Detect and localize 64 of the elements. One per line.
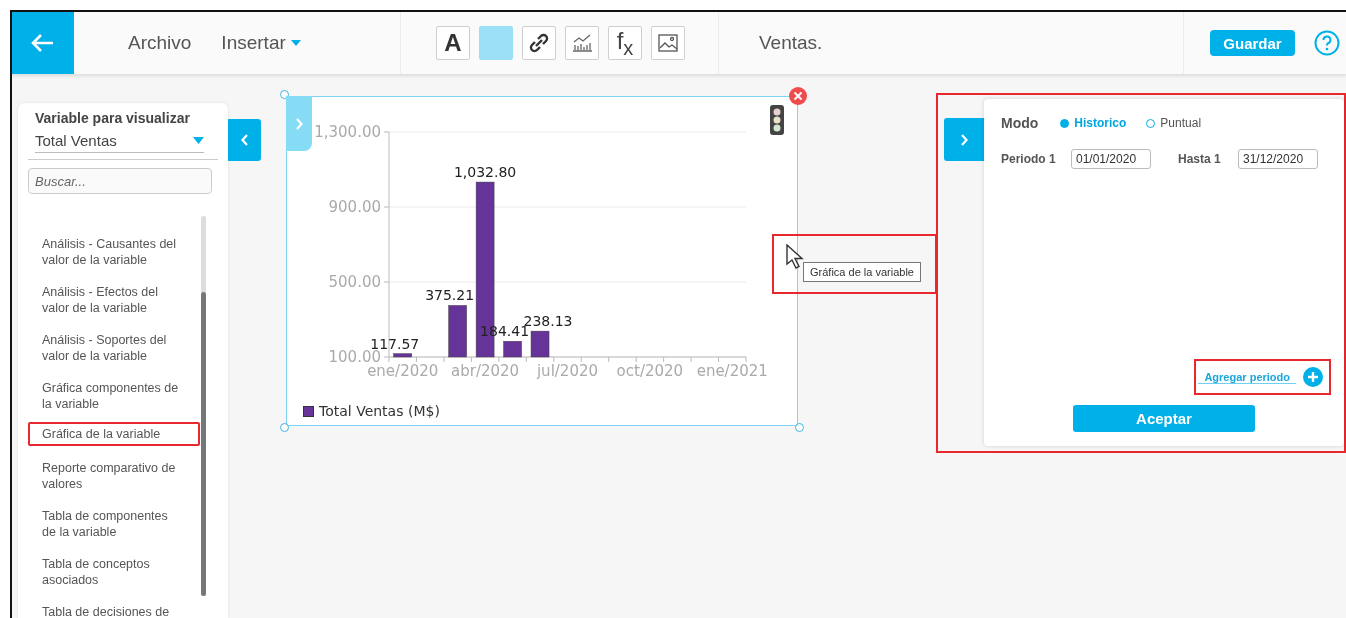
sidebar-item[interactable]: Tabla de decisiones de	[28, 602, 200, 618]
y-axis-label: 900.00	[328, 198, 381, 216]
link-tool-button[interactable]	[522, 26, 556, 60]
legend-label: Total Ventas (M$)	[319, 403, 440, 419]
help-icon[interactable]	[1314, 30, 1340, 56]
text-tool-button[interactable]: A	[436, 26, 470, 60]
caret-icon	[193, 137, 204, 144]
bar	[393, 353, 412, 358]
scrollbar[interactable]	[201, 216, 206, 596]
collapse-tab[interactable]	[228, 119, 261, 161]
sidebar-item[interactable]: Análisis - Soportes del valor de la variable	[28, 330, 200, 366]
search-field[interactable]: Buscar...	[28, 168, 212, 194]
caret-icon	[290, 40, 301, 46]
date-field[interactable]: 01/01/2020	[1071, 149, 1151, 169]
expand-tab[interactable]	[944, 118, 984, 161]
bar	[448, 305, 467, 358]
chevron-right-icon	[960, 133, 968, 146]
traffic-light-icon[interactable]	[770, 105, 784, 135]
menu-item[interactable]: Archivo	[128, 32, 192, 54]
plus-icon[interactable]	[1303, 367, 1323, 387]
date-field[interactable]: 31/12/2020	[1238, 149, 1318, 169]
chart-tool-button[interactable]	[565, 26, 599, 60]
x-axis-label: ene/2021	[696, 362, 768, 380]
sidebar-item[interactable]: Análisis - Efectos del valor de la variable	[28, 282, 200, 318]
data-label: 1,032.80	[453, 164, 517, 181]
cursor-icon	[786, 244, 804, 270]
back-arrow-icon	[31, 33, 55, 53]
sidebar-item[interactable]: Tabla de componentes de la variable	[28, 506, 200, 542]
image-icon	[658, 34, 678, 52]
document-title: Ventas.	[759, 32, 823, 54]
y-axis-label: 1,300.00	[314, 123, 381, 141]
menu-item[interactable]: Insertar	[221, 32, 301, 54]
period-label: Hasta 1	[1178, 152, 1222, 166]
close-icon[interactable]	[789, 87, 807, 105]
x-axis-label: jul/2020	[536, 362, 599, 380]
resize-handle[interactable]	[280, 423, 289, 432]
bar	[503, 341, 522, 358]
color-swatch-button[interactable]	[479, 26, 513, 60]
sidebar-heading: Variable para visualizar	[34, 109, 191, 126]
chart-icon	[571, 33, 593, 53]
period-label: Periodo 1	[1001, 152, 1057, 166]
sidebar-item[interactable]: Gráfica componentes de la variable	[28, 378, 200, 414]
formula-tool-button[interactable]: f$_{x}$	[608, 26, 642, 60]
link-icon	[529, 33, 549, 53]
resize-handle[interactable]	[795, 423, 804, 432]
chevron-right-icon	[295, 117, 303, 130]
mode-label: Modo	[1001, 115, 1039, 131]
tooltip: Gráfica de la variable	[803, 262, 921, 282]
back-button[interactable]	[12, 12, 74, 74]
expand-tab[interactable]	[286, 96, 312, 151]
bar	[530, 330, 550, 358]
sidebar-item[interactable]: Tabla de conceptos asociados	[28, 554, 200, 590]
data-label: 375.21	[425, 287, 475, 304]
mode-radio[interactable]: Puntual	[1146, 116, 1202, 130]
sidebar-item[interactable]: Gráfica de la variable	[28, 422, 200, 446]
sidebar-item[interactable]: Reporte comparativo de valores	[28, 458, 200, 494]
sidebar-item[interactable]: Análisis - Causantes del valor de la variable	[28, 234, 200, 270]
y-axis-label: 500.00	[328, 273, 381, 291]
resize-handle[interactable]	[280, 90, 289, 99]
x-axis-label: oct/2020	[616, 362, 684, 380]
chevron-left-icon	[240, 134, 249, 146]
variable-dropdown[interactable]: Total Ventas	[35, 132, 204, 153]
x-axis-label: abr/2020	[451, 362, 520, 380]
image-tool-button[interactable]	[651, 26, 685, 60]
